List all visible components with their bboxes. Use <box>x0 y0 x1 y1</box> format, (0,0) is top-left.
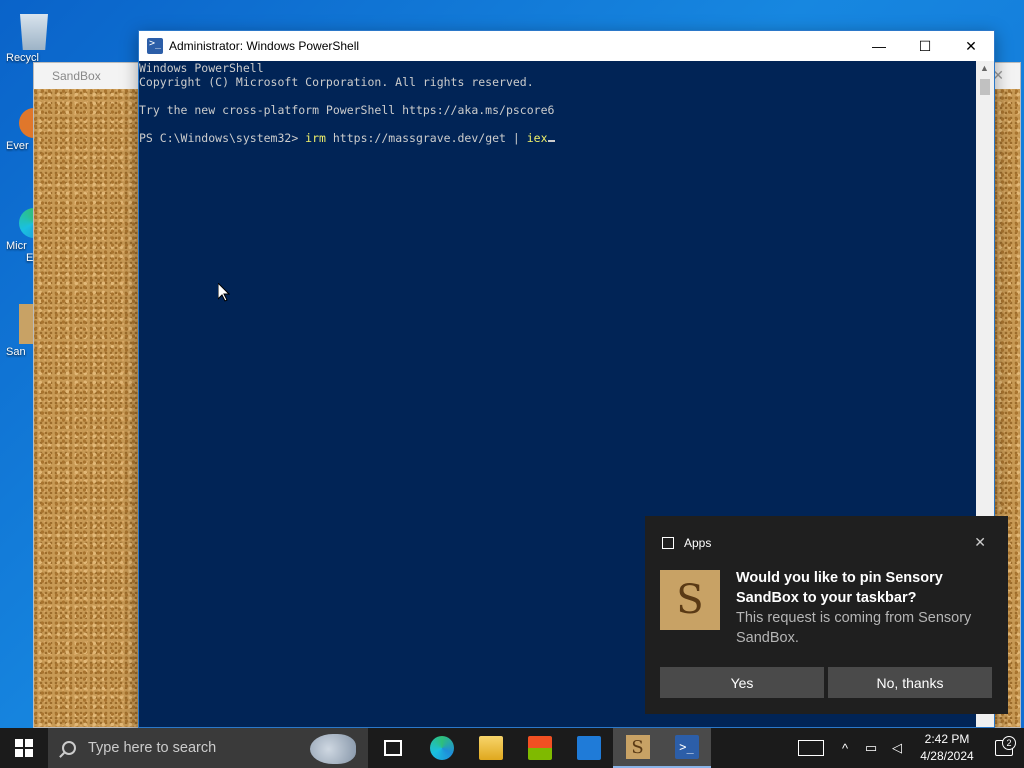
console-prompt-line[interactable]: PS C:\Windows\system32> irm https://mass… <box>139 131 976 145</box>
notification-center-button[interactable]: 2 <box>984 736 1024 756</box>
toast-title: Would you like to pin Sensory SandBox to… <box>736 570 943 606</box>
toast-app-name: Apps <box>684 536 712 550</box>
clock-date: 4/28/2024 <box>920 749 974 763</box>
powershell-icon <box>147 38 163 54</box>
clock-time: 2:42 PM <box>924 732 970 746</box>
powershell-titlebar[interactable]: Administrator: Windows PowerShell — ☐ ✕ <box>139 31 994 61</box>
task-view-icon <box>383 740 402 756</box>
folder-icon <box>478 736 503 760</box>
scrollbar-thumb[interactable] <box>980 79 990 95</box>
pin-taskbar-toast[interactable]: Apps ✕ S Would you like to pin Sensory S… <box>645 516 1008 714</box>
search-icon <box>62 741 76 755</box>
search-highlight-image[interactable] <box>310 734 356 764</box>
powershell-taskbar-icon: >_ <box>674 735 699 759</box>
console-pipe-command: iex <box>526 131 548 145</box>
system-tray: ^ ▭ ◁ 2:42 PM 4/28/2024 2 <box>790 728 1024 768</box>
console-command: irm <box>305 131 326 145</box>
recycle-bin-graphic <box>20 14 48 50</box>
console-line: Copyright (C) Microsoft Corporation. All… <box>139 75 534 89</box>
clock[interactable]: 2:42 PM 4/28/2024 <box>910 731 984 765</box>
volume-muted-icon[interactable]: ◁ <box>884 740 910 756</box>
toast-no-button[interactable]: No, thanks <box>828 667 992 698</box>
maximize-button[interactable]: ☐ <box>902 31 948 61</box>
toast-yes-button[interactable]: Yes <box>660 667 824 698</box>
notification-count: 2 <box>1002 736 1016 750</box>
sandbox-taskbar-button[interactable]: S <box>613 728 662 768</box>
windows-logo-icon <box>15 739 33 757</box>
store-taskbar-button[interactable] <box>515 728 564 768</box>
network-icon[interactable]: ▭ <box>858 740 884 756</box>
recycle-bin-icon[interactable]: Recycl <box>6 10 62 64</box>
scroll-up-icon[interactable]: ▲ <box>980 63 989 73</box>
console-argument: https://massgrave.dev/get | <box>325 131 527 145</box>
sandbox-icon: S <box>625 735 650 759</box>
powershell-title: Administrator: Windows PowerShell <box>169 39 360 53</box>
close-button[interactable]: ✕ <box>948 31 994 61</box>
toast-text: This request is coming from Sensory Sand… <box>736 610 972 646</box>
file-explorer-taskbar-button[interactable] <box>466 728 515 768</box>
news-widget-icon[interactable] <box>798 740 824 756</box>
start-button[interactable] <box>0 728 48 768</box>
mail-icon <box>576 736 601 760</box>
minimize-button[interactable]: — <box>856 31 902 61</box>
taskbar-search[interactable]: Type here to search <box>48 728 368 768</box>
mail-taskbar-button[interactable] <box>564 728 613 768</box>
sensory-sandbox-logo: S <box>660 570 720 630</box>
search-placeholder: Type here to search <box>88 740 217 756</box>
edge-taskbar-button[interactable] <box>417 728 466 768</box>
console-prompt: PS C:\Windows\system32> <box>139 131 306 145</box>
console-line: Windows PowerShell <box>139 61 264 75</box>
text-cursor <box>547 140 555 142</box>
task-view-button[interactable] <box>368 728 417 768</box>
taskbar: Type here to search S >_ ^ ▭ ◁ 2:42 PM 4… <box>0 728 1024 768</box>
edge-icon <box>429 736 454 760</box>
console-line: Try the new cross-platform PowerShell ht… <box>139 103 555 117</box>
powershell-taskbar-button[interactable]: >_ <box>662 728 711 768</box>
apps-icon <box>662 537 674 549</box>
cork-board-left <box>34 89 139 727</box>
tray-chevron-icon[interactable]: ^ <box>832 741 858 756</box>
toast-close-icon[interactable]: ✕ <box>974 534 986 551</box>
toast-header: Apps <box>662 536 711 550</box>
store-icon <box>527 736 552 760</box>
